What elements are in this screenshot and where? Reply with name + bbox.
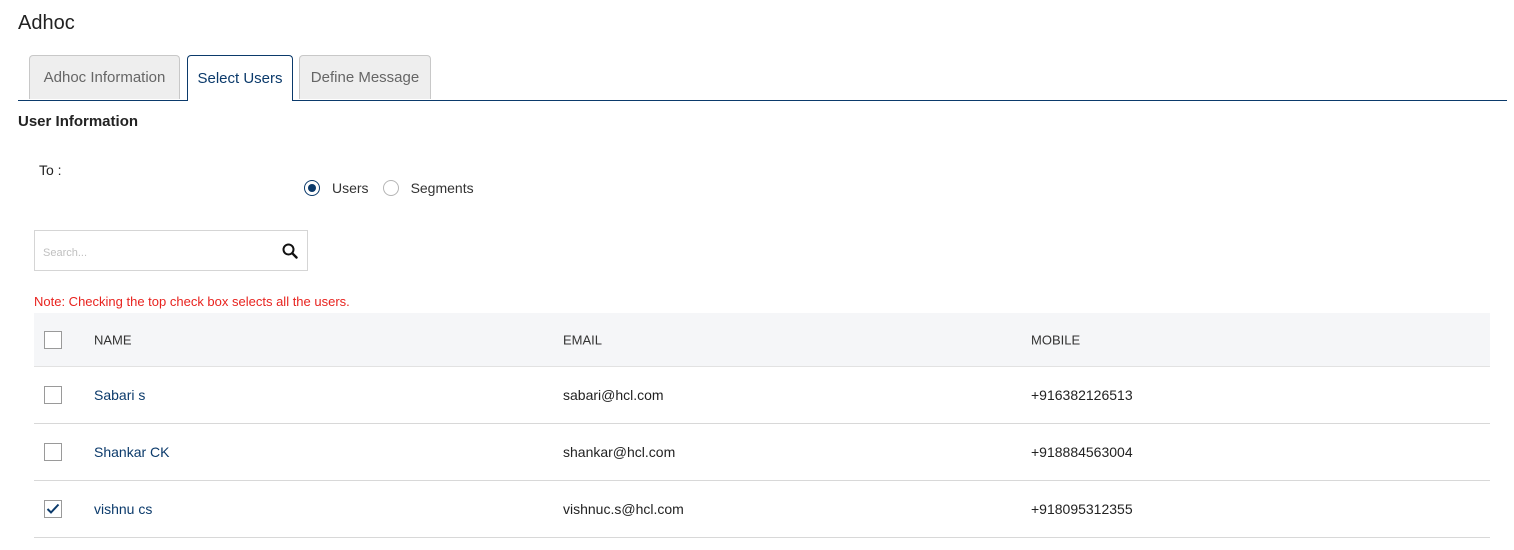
select-all-note: Note: Checking the top check box selects… (34, 294, 350, 309)
checkmark-icon (46, 503, 60, 514)
page-title: Adhoc (18, 12, 75, 34)
column-header-name: NAME (94, 332, 132, 347)
tab-bar: Adhoc Information Select Users Define Me… (18, 55, 1507, 101)
select-all-cell (44, 330, 62, 349)
users-table: NAME EMAIL MOBILE Sabari s sabari@hcl.co… (34, 313, 1490, 538)
users-radio-label[interactable]: Users (332, 180, 369, 196)
tab-define-message[interactable]: Define Message (299, 55, 431, 99)
tab-select-users[interactable]: Select Users (187, 55, 293, 101)
table-row: Shankar CK shankar@hcl.com +918884563004 (34, 424, 1490, 481)
row-checkbox[interactable] (44, 443, 62, 461)
table-row: vishnu cs vishnuc.s@hcl.com +91809531235… (34, 481, 1490, 538)
column-header-mobile: MOBILE (1031, 332, 1081, 347)
row-checkbox[interactable] (44, 500, 62, 518)
to-label: To : (39, 162, 62, 178)
segments-radio[interactable] (382, 180, 399, 196)
user-mobile: +918884563004 (1031, 444, 1133, 460)
user-email: vishnuc.s@hcl.com (563, 501, 684, 517)
row-checkbox[interactable] (44, 386, 62, 404)
search-box (34, 230, 308, 271)
select-all-checkbox[interactable] (44, 330, 62, 349)
tab-adhoc-information[interactable]: Adhoc Information (29, 55, 180, 99)
user-name-link[interactable]: Sabari s (94, 387, 145, 403)
column-header-email: EMAIL (563, 332, 603, 347)
user-name-link[interactable]: Shankar CK (94, 444, 169, 460)
users-radio[interactable] (304, 180, 320, 196)
user-email: shankar@hcl.com (563, 444, 676, 460)
user-name-link[interactable]: vishnu cs (94, 501, 152, 517)
user-mobile: +916382126513 (1031, 387, 1133, 403)
table-header: NAME EMAIL MOBILE (34, 313, 1490, 367)
user-mobile: +918095312355 (1031, 501, 1133, 517)
recipient-type-group: Users Segments (304, 180, 488, 196)
segments-radio-label[interactable]: Segments (411, 180, 474, 196)
table-row: Sabari s sabari@hcl.com +916382126513 (34, 367, 1490, 424)
section-title: User Information (18, 113, 139, 130)
search-icon[interactable] (282, 243, 298, 259)
user-email: sabari@hcl.com (563, 387, 664, 403)
search-input[interactable] (41, 241, 275, 265)
